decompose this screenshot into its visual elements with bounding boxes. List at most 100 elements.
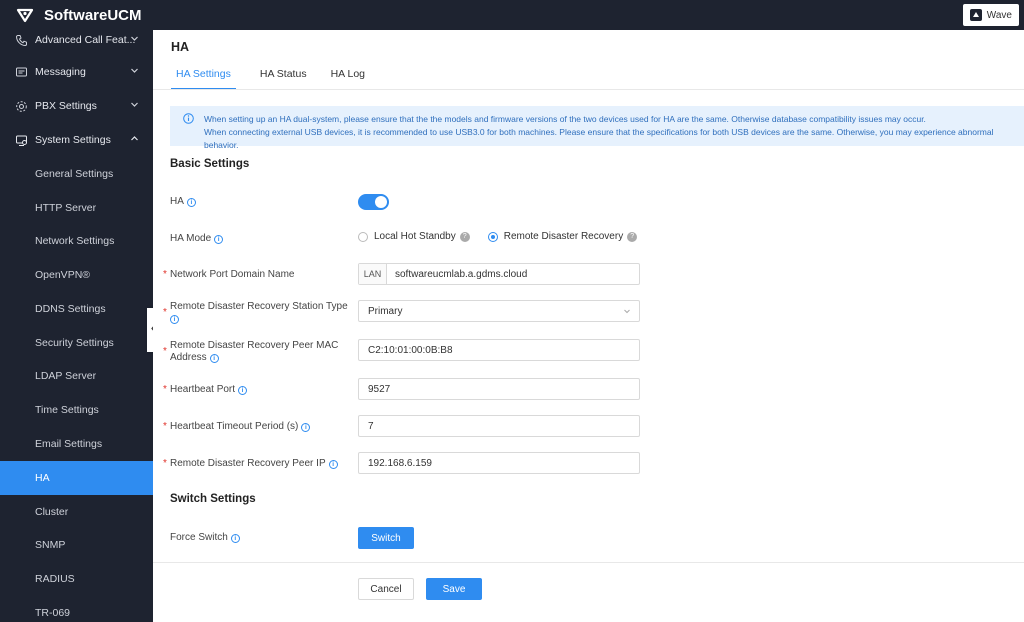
sidebar-item-label: System Settings [35, 134, 111, 146]
sidebar-item-label: HA [35, 472, 50, 484]
info-notice: When setting up an HA dual-system, pleas… [170, 106, 1024, 150]
heartbeat-port-input[interactable]: 9527 [358, 378, 640, 400]
info-icon[interactable]: i [301, 423, 311, 432]
wave-icon [969, 9, 982, 21]
required-marker: * [163, 307, 167, 318]
force-switch-label-text: Force Switch [170, 532, 228, 543]
peer-mac-input[interactable]: C2:10:01:00:0B:B8 [358, 339, 640, 361]
required-marker: * [163, 346, 167, 357]
heartbeat-port-label-text: Heartbeat Port [170, 384, 236, 395]
ha-label-text: HA [170, 196, 184, 207]
station-type-label: Remote Disaster Recovery Station Type i [170, 301, 350, 325]
domain-addon: LAN [359, 264, 387, 284]
peer-mac-value: C2:10:01:00:0B:B8 [368, 344, 453, 356]
info-icon[interactable]: i [238, 386, 248, 395]
heartbeat-port-label: Heartbeat Port i [170, 384, 350, 396]
app-logo[interactable]: SoftwareUCM [0, 7, 142, 24]
cancel-button[interactable]: Cancel [358, 578, 414, 600]
phone-settings-icon [14, 33, 28, 47]
station-type-value: Primary [368, 305, 403, 317]
peer-ip-input[interactable]: 192.168.6.159 [358, 452, 640, 474]
sidebar-item-network-settings[interactable]: Network Settings [0, 224, 153, 258]
top-bar: SoftwareUCM Wave [0, 0, 1024, 30]
heartbeat-timeout-label-text: Heartbeat Timeout Period (s) [170, 421, 299, 432]
sidebar-item-label: Security Settings [35, 337, 114, 349]
sidebar-item-pbx-settings[interactable]: PBX Settings [0, 89, 153, 123]
peer-ip-label: Remote Disaster Recovery Peer IP i [170, 458, 350, 470]
sidebar-item-radius[interactable]: RADIUS [0, 562, 153, 596]
tab-ha-settings[interactable]: HA Settings [171, 68, 236, 90]
station-type-label-text: Remote Disaster Recovery Station Type [170, 301, 348, 312]
info-icon[interactable]: i [209, 354, 219, 363]
sidebar-item-time-settings[interactable]: Time Settings [0, 393, 153, 427]
gear-icon [14, 99, 28, 113]
domain-value: softwareucmlab.a.gdms.cloud [395, 268, 528, 280]
switch-settings-title: Switch Settings [170, 493, 256, 505]
sidebar-item-label: General Settings [35, 168, 114, 180]
radio-local-hot-standby[interactable] [358, 231, 368, 242]
required-marker: * [163, 458, 167, 469]
save-button[interactable]: Save [426, 578, 482, 600]
sidebar-item-label: DDNS Settings [35, 303, 106, 315]
station-type-select[interactable]: Primary [358, 300, 640, 322]
sidebar-item-advanced-call-features[interactable]: Advanced Call Feat... [0, 30, 153, 57]
sidebar-item-label: Cluster [35, 506, 69, 518]
toggle-knob [375, 196, 387, 208]
sidebar-item-http-server[interactable]: HTTP Server [0, 191, 153, 225]
heartbeat-timeout-input[interactable]: 7 [358, 415, 640, 437]
sidebar-item-snmp[interactable]: SNMP [0, 528, 153, 562]
peer-mac-label-text: Remote Disaster Recovery Peer MAC Addres… [170, 340, 339, 363]
chevron-down-icon [623, 307, 631, 318]
sidebar-item-label: TR-069 [35, 607, 71, 619]
sidebar-item-security-settings[interactable]: Security Settings [0, 326, 153, 360]
sidebar-item-cluster[interactable]: Cluster [0, 495, 153, 529]
sidebar-item-label: RADIUS [35, 573, 75, 585]
wave-button[interactable]: Wave [962, 4, 1019, 26]
ha-mode-label-text: HA Mode [170, 233, 212, 244]
ha-toggle[interactable] [358, 194, 389, 210]
sidebar-item-system-settings[interactable]: System Settings [0, 123, 153, 157]
sidebar-item-ldap-server[interactable]: LDAP Server [0, 359, 153, 393]
ha-mode-label: HA Mode i [170, 233, 350, 245]
domain-label: Network Port Domain Name [170, 269, 295, 280]
basic-settings-title: Basic Settings [170, 158, 250, 170]
chevron-up-icon [130, 134, 139, 146]
sidebar-item-ha[interactable]: HA [0, 461, 153, 495]
info-icon[interactable]: i [214, 235, 224, 244]
peer-ip-value: 192.168.6.159 [368, 457, 432, 469]
footer-divider [153, 562, 1024, 563]
sidebar-item-tr-069[interactable]: TR-069 [0, 596, 153, 622]
radio-label-local-hot-standby[interactable]: Local Hot Standby [374, 231, 456, 242]
notice-line-1: When setting up an HA dual-system, pleas… [204, 114, 926, 124]
help-icon[interactable]: ? [627, 231, 638, 242]
ha-mode-radio-group: Local Hot Standby ? Remote Disaster Reco… [358, 231, 655, 242]
required-marker: * [163, 421, 167, 432]
sidebar-item-label: Messaging [35, 66, 86, 78]
heartbeat-timeout-label: Heartbeat Timeout Period (s) i [170, 421, 350, 433]
page-title: HA [171, 40, 190, 54]
tab-ha-log[interactable]: HA Log [331, 68, 365, 90]
domain-name-input[interactable]: LAN softwareucmlab.a.gdms.cloud [358, 263, 640, 285]
info-icon[interactable]: i [230, 534, 240, 543]
sidebar-item-label: Network Settings [35, 235, 115, 247]
sidebar-item-label: Time Settings [35, 404, 99, 416]
heartbeat-port-value: 9527 [368, 383, 391, 395]
sidebar-item-openvpn[interactable]: OpenVPN® [0, 258, 153, 292]
force-switch-label: Force Switch i [170, 532, 350, 544]
radio-label-remote-disaster-recovery[interactable]: Remote Disaster Recovery [504, 231, 623, 242]
switch-button[interactable]: Switch [358, 527, 414, 549]
sidebar-item-label: SNMP [35, 539, 66, 551]
sidebar-item-label: HTTP Server [35, 202, 97, 214]
tabs-divider [153, 89, 1024, 90]
tab-ha-status[interactable]: HA Status [260, 68, 307, 90]
sidebar-item-email-settings[interactable]: Email Settings [0, 427, 153, 461]
help-icon[interactable]: ? [459, 231, 470, 242]
radio-remote-disaster-recovery[interactable] [487, 231, 498, 242]
sidebar-item-ddns-settings[interactable]: DDNS Settings [0, 292, 153, 326]
info-icon[interactable]: i [170, 315, 179, 324]
sidebar-item-general-settings[interactable]: General Settings [0, 157, 153, 191]
sidebar-item-messaging[interactable]: Messaging [0, 55, 153, 89]
info-icon[interactable]: i [186, 198, 196, 207]
notice-line-2: When connecting external USB devices, it… [204, 127, 994, 150]
info-icon[interactable]: i [328, 460, 338, 469]
